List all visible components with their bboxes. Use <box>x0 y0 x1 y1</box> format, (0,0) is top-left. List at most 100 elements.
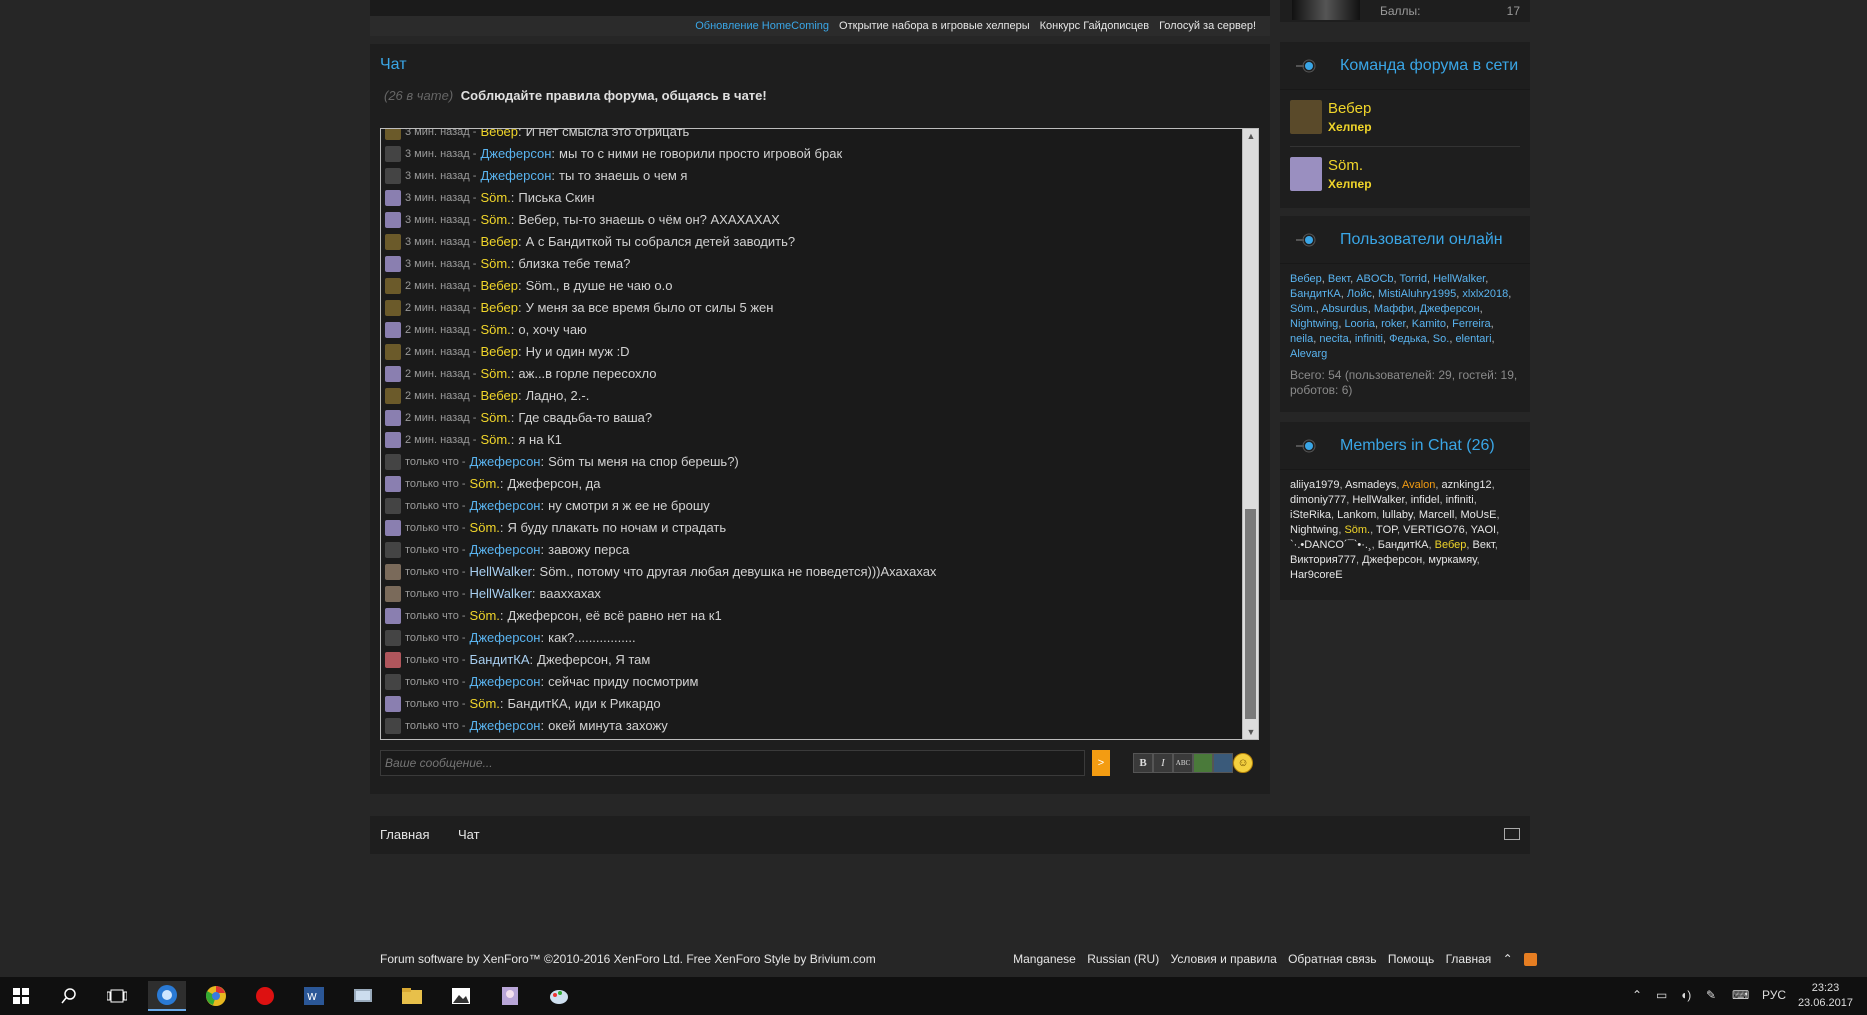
message-username[interactable]: Söm. <box>480 407 510 429</box>
chat-member-link[interactable]: iSteRika <box>1290 509 1331 521</box>
user-avatar[interactable] <box>385 608 401 624</box>
message-username[interactable]: Джеферсон <box>470 495 541 517</box>
online-user-link[interactable]: ABOCb <box>1356 273 1393 285</box>
user-avatar[interactable] <box>385 300 401 316</box>
chat-member-link[interactable]: Вебер <box>1435 539 1467 551</box>
user-avatar[interactable] <box>385 344 401 360</box>
chat-member-link[interactable]: муркамяу <box>1428 554 1476 566</box>
chat-member-link[interactable]: dimoniy777 <box>1290 494 1346 506</box>
message-username[interactable]: Джеферсон <box>470 715 541 737</box>
message-username[interactable]: Джеферсон <box>480 165 551 187</box>
game-app-icon[interactable] <box>491 981 529 1011</box>
taskbar-clock[interactable]: 23:23 23.06.2017 <box>1798 981 1853 1011</box>
chat-member-link[interactable]: Avalon <box>1402 479 1435 491</box>
member-name[interactable]: Söm. <box>1328 157 1363 174</box>
user-avatar[interactable] <box>385 146 401 162</box>
chat-member-link[interactable]: Söm. <box>1344 524 1370 536</box>
footer-link-feedback[interactable]: Обратная связь <box>1288 952 1376 966</box>
user-avatar[interactable] <box>385 520 401 536</box>
footer-link-language[interactable]: Russian (RU) <box>1087 952 1159 966</box>
footer-link-home[interactable]: Главная <box>1446 952 1492 966</box>
subnav-link[interactable]: Обновление HomeComing <box>695 20 829 32</box>
online-user-link[interactable]: Nightwing <box>1290 318 1338 330</box>
message-username[interactable]: Джеферсон <box>480 143 551 165</box>
user-avatar[interactable] <box>385 168 401 184</box>
online-user-link[interactable]: Вект <box>1328 273 1350 285</box>
image-icon[interactable] <box>1193 753 1213 773</box>
tray-chevron-icon[interactable]: ⌃ <box>1632 988 1642 1002</box>
user-avatar[interactable] <box>385 256 401 272</box>
user-avatar[interactable] <box>385 410 401 426</box>
user-avatar[interactable] <box>385 696 401 712</box>
message-username[interactable]: Söm. <box>480 363 510 385</box>
online-user-link[interactable]: Вебер <box>1290 273 1322 285</box>
user-avatar[interactable] <box>385 322 401 338</box>
chat-member-link[interactable]: aliiya1979 <box>1290 479 1340 491</box>
link-icon[interactable] <box>1213 753 1233 773</box>
online-user-link[interactable]: HellWalker <box>1433 273 1485 285</box>
chat-member-link[interactable]: Lankom <box>1337 509 1376 521</box>
nav-chat-link[interactable]: Чат <box>458 827 480 842</box>
user-avatar[interactable] <box>385 366 401 382</box>
scroll-top-icon[interactable]: ⌃ <box>1503 952 1513 966</box>
chat-member-link[interactable]: aznking12 <box>1442 479 1492 491</box>
message-username[interactable]: HellWalker <box>470 583 532 605</box>
online-user-link[interactable]: elentari <box>1455 333 1491 345</box>
message-username[interactable]: Söm. <box>480 319 510 341</box>
message-username[interactable]: Вебер <box>480 341 518 363</box>
chat-member-link[interactable]: Har9coreE <box>1290 569 1343 581</box>
online-user-link[interactable]: neila <box>1290 333 1313 345</box>
folder-icon[interactable] <box>393 981 431 1011</box>
message-username[interactable]: Джеферсон <box>470 671 541 693</box>
chat-member-link[interactable]: MoUsE <box>1460 509 1496 521</box>
online-user-link[interactable]: Маффи <box>1374 303 1414 315</box>
chrome-icon[interactable] <box>197 981 235 1011</box>
network-app-icon[interactable] <box>344 981 382 1011</box>
chat-member-link[interactable]: infiniti <box>1446 494 1474 506</box>
online-user-link[interactable]: Torrid <box>1399 273 1427 285</box>
user-avatar[interactable] <box>385 652 401 668</box>
online-user-link[interactable]: necita <box>1319 333 1348 345</box>
online-user-link[interactable]: So. <box>1433 333 1450 345</box>
message-username[interactable]: Söm. <box>480 429 510 451</box>
user-avatar[interactable] <box>385 542 401 558</box>
message-username[interactable]: Вебер <box>480 275 518 297</box>
user-avatar[interactable] <box>385 630 401 646</box>
user-avatar[interactable] <box>385 498 401 514</box>
browser-app-icon[interactable] <box>148 981 186 1011</box>
message-username[interactable]: Söm. <box>470 517 500 539</box>
subnav-link[interactable]: Голосуй за сервер! <box>1159 20 1256 32</box>
message-username[interactable]: Джеферсон <box>470 627 541 649</box>
member-avatar[interactable] <box>1290 100 1322 134</box>
user-avatar[interactable] <box>1292 0 1360 20</box>
photos-icon[interactable] <box>442 981 480 1011</box>
chat-member-link[interactable]: Виктория777 <box>1290 554 1356 566</box>
user-avatar[interactable] <box>385 190 401 206</box>
user-avatar[interactable] <box>385 212 401 228</box>
footer-link-terms[interactable]: Условия и правила <box>1171 952 1277 966</box>
user-avatar[interactable] <box>385 432 401 448</box>
rss-icon[interactable] <box>1524 953 1537 967</box>
network-icon[interactable]: ▭ <box>1656 988 1667 1002</box>
language-indicator[interactable]: РУС <box>1762 988 1786 1002</box>
chat-member-link[interactable]: БандитКА <box>1378 539 1429 551</box>
message-username[interactable]: HellWalker <box>470 561 532 583</box>
subnav-link[interactable]: Открытие набора в игровые хелперы <box>839 20 1030 32</box>
footer-link-help[interactable]: Помощь <box>1388 952 1434 966</box>
volume-icon[interactable]: ◖) <box>1680 988 1691 1002</box>
message-username[interactable]: Söm. <box>480 187 510 209</box>
message-username[interactable]: Вебер <box>480 129 518 143</box>
nav-home-link[interactable]: Главная <box>380 827 429 842</box>
window-icon[interactable] <box>1504 828 1520 840</box>
subnav-link[interactable]: Конкурс Гайдописцев <box>1040 20 1149 32</box>
online-user-link[interactable]: xlxlx2018 <box>1462 288 1508 300</box>
scroll-thumb[interactable] <box>1245 509 1256 719</box>
message-username[interactable]: Söm. <box>470 473 500 495</box>
message-username[interactable]: Вебер <box>480 297 518 319</box>
user-avatar[interactable] <box>385 278 401 294</box>
online-user-link[interactable]: Джеферсон <box>1420 303 1480 315</box>
user-avatar[interactable] <box>385 234 401 250</box>
chat-member-link[interactable]: HellWalker <box>1352 494 1404 506</box>
chat-scrollbar[interactable]: ▲ ▼ <box>1242 129 1258 739</box>
scroll-down-arrow[interactable]: ▼ <box>1243 725 1258 739</box>
